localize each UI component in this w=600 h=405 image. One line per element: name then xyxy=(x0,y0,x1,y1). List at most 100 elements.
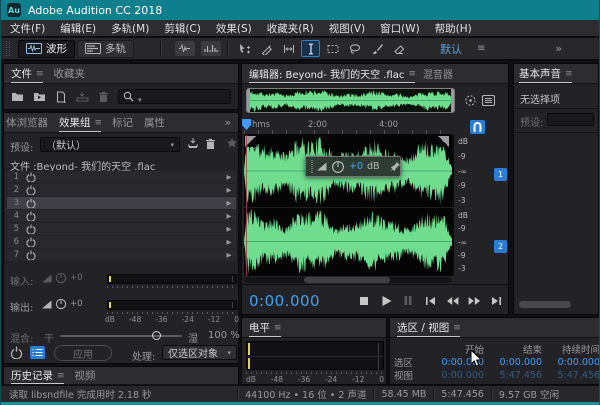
slot-power-icon[interactable] xyxy=(22,185,40,195)
history-panel-menu-icon[interactable]: ≡ xyxy=(57,371,64,381)
delete-preset-icon[interactable] xyxy=(205,138,216,150)
selection-value[interactable]: 0:00.000 xyxy=(428,370,484,381)
slot-power-icon[interactable] xyxy=(22,250,40,260)
multitrack-view-button[interactable]: 多轨 xyxy=(77,40,134,58)
tab-editor[interactable]: 编辑器: Beyond- 我们的天空 .flac≡ xyxy=(249,64,415,83)
tab-markers[interactable]: 标记 xyxy=(112,113,133,132)
effect-slot[interactable]: 5▶ xyxy=(7,223,236,235)
open-file-icon[interactable] xyxy=(11,91,24,102)
effect-slot[interactable]: 7▶ xyxy=(7,249,236,261)
eraser-tool-icon[interactable] xyxy=(389,40,408,57)
scrollbar-thumb[interactable] xyxy=(304,277,390,283)
snap-magnet-icon[interactable] xyxy=(470,120,485,134)
mix-slider-track[interactable] xyxy=(60,335,182,337)
selection-value[interactable]: 5:47.456 xyxy=(542,370,600,381)
volume-hud[interactable]: +0 dB xyxy=(305,156,401,177)
editor-panel-menu-icon[interactable]: ≡ xyxy=(408,69,415,79)
slot-arrow-icon[interactable]: ▶ xyxy=(222,238,236,246)
tab-media-browser[interactable]: 体浏览器 xyxy=(6,113,48,132)
apply-button[interactable]: 应用 xyxy=(54,345,112,361)
hud-pin-icon[interactable] xyxy=(390,161,401,172)
hud-gain-value[interactable]: +0 xyxy=(349,161,363,172)
selection-value[interactable]: 0:00.000 xyxy=(542,357,600,368)
horizontal-scrollbar[interactable] xyxy=(244,277,452,283)
toolbar-overflow-icon[interactable]: » xyxy=(555,42,562,55)
skip-end-button[interactable] xyxy=(487,293,505,309)
slot-arrow-icon[interactable]: ▶ xyxy=(222,225,236,233)
navigator-icon[interactable] xyxy=(464,94,477,107)
overview-navigator[interactable] xyxy=(246,88,455,113)
tabs-overflow-icon[interactable]: » xyxy=(225,113,231,132)
effect-slot[interactable]: 3▶ xyxy=(7,197,236,209)
preset-dropdown[interactable]: （默认） xyxy=(40,137,180,152)
slot-power-icon[interactable] xyxy=(22,237,40,247)
slot-power-icon[interactable] xyxy=(22,172,40,182)
channel-button[interactable]: 1 xyxy=(494,168,507,181)
stop-button[interactable] xyxy=(355,293,373,309)
editor-settings-icon[interactable] xyxy=(482,94,495,107)
marquee-selection-tool-icon[interactable] xyxy=(323,40,342,57)
workspace-menu-icon[interactable]: ≡ xyxy=(477,43,485,54)
workspace-selector[interactable]: 默认 xyxy=(440,41,462,57)
razor-tool-icon[interactable] xyxy=(257,40,276,57)
effect-slot[interactable]: 6▶ xyxy=(7,236,236,248)
menu-item[interactable]: 窗口(W) xyxy=(380,21,420,36)
overview-left-handle[interactable] xyxy=(247,89,250,112)
essential-panel-menu-icon[interactable]: ≡ xyxy=(565,69,572,79)
selection-panel-menu-icon[interactable]: ≡ xyxy=(453,323,460,333)
paintbrush-selection-tool-icon[interactable] xyxy=(367,40,386,57)
slot-arrow-icon[interactable]: ▶ xyxy=(222,173,236,181)
spectral-display-button[interactable] xyxy=(201,41,221,56)
tab-history[interactable]: 历史记录≡ xyxy=(11,367,64,384)
tab-selection-view[interactable]: 选区 / 视图≡ xyxy=(397,318,460,337)
selection-value[interactable]: 5:47.456 xyxy=(484,370,542,381)
output-gain-knob[interactable] xyxy=(55,298,67,310)
waveform-view-button[interactable]: 波形 xyxy=(18,40,75,58)
hud-grip-icon[interactable] xyxy=(311,160,313,173)
menu-item[interactable]: 编辑(E) xyxy=(60,21,96,36)
favorite-star-icon[interactable] xyxy=(226,137,238,149)
tab-levels[interactable]: 电平≡ xyxy=(249,318,281,337)
menu-item[interactable]: 多轨(M) xyxy=(111,21,149,36)
rack-list-toggle-icon[interactable] xyxy=(30,346,45,359)
fast-forward-button[interactable] xyxy=(465,293,483,309)
effect-slot[interactable]: 1▶ xyxy=(7,171,236,183)
tab-favorites[interactable]: 收藏夹 xyxy=(54,64,86,83)
time-ruler[interactable]: hms 2:00 4:00 xyxy=(244,119,452,135)
fade-out-handle[interactable] xyxy=(438,136,449,147)
slot-arrow-icon[interactable]: ▶ xyxy=(222,186,236,194)
lasso-selection-tool-icon[interactable] xyxy=(345,40,364,57)
menu-item[interactable]: 收藏夹(R) xyxy=(267,21,314,36)
menu-item[interactable]: 效果(S) xyxy=(216,21,252,36)
play-button[interactable] xyxy=(377,293,395,309)
rack-power-button[interactable] xyxy=(10,346,23,359)
slip-tool-icon[interactable] xyxy=(279,40,298,57)
tab-video[interactable]: 视频 xyxy=(75,367,96,384)
levels-panel-menu-icon[interactable]: ≡ xyxy=(274,323,281,333)
mix-slider-knob[interactable] xyxy=(152,331,161,340)
tab-properties[interactable]: 属性 xyxy=(144,113,165,132)
slot-power-icon[interactable] xyxy=(22,211,40,221)
search-input[interactable] xyxy=(118,89,231,104)
menu-item[interactable]: 视图(V) xyxy=(329,21,365,36)
hud-gain-knob[interactable] xyxy=(331,160,345,174)
tab-files[interactable]: 文件≡ xyxy=(11,64,43,83)
new-file-icon[interactable] xyxy=(55,91,67,103)
effects-panel-menu-icon[interactable]: ≡ xyxy=(95,118,102,128)
time-selection-tool-icon[interactable] xyxy=(301,40,320,57)
slot-arrow-icon[interactable]: ▶ xyxy=(222,199,236,207)
selection-value[interactable]: 0:00.000 xyxy=(484,357,542,368)
slot-arrow-icon[interactable]: ▶ xyxy=(222,251,236,259)
effect-slot[interactable]: 4▶ xyxy=(7,210,236,222)
skip-start-button[interactable] xyxy=(421,293,439,309)
waveform-display-button[interactable] xyxy=(175,41,195,56)
overview-right-handle[interactable] xyxy=(451,89,454,112)
channel-button[interactable]: 2 xyxy=(494,240,507,253)
slot-power-icon[interactable] xyxy=(22,224,40,234)
tab-essential-sound[interactable]: 基本声音≡ xyxy=(519,64,572,83)
slot-arrow-icon[interactable]: ▶ xyxy=(222,212,236,220)
process-dropdown[interactable]: 仅选区对象 xyxy=(162,345,237,360)
toolbar-grip-icon[interactable] xyxy=(6,41,10,56)
essential-scrollbar-thumb[interactable] xyxy=(519,301,571,308)
tab-mixer[interactable]: 混音器 xyxy=(423,64,453,83)
